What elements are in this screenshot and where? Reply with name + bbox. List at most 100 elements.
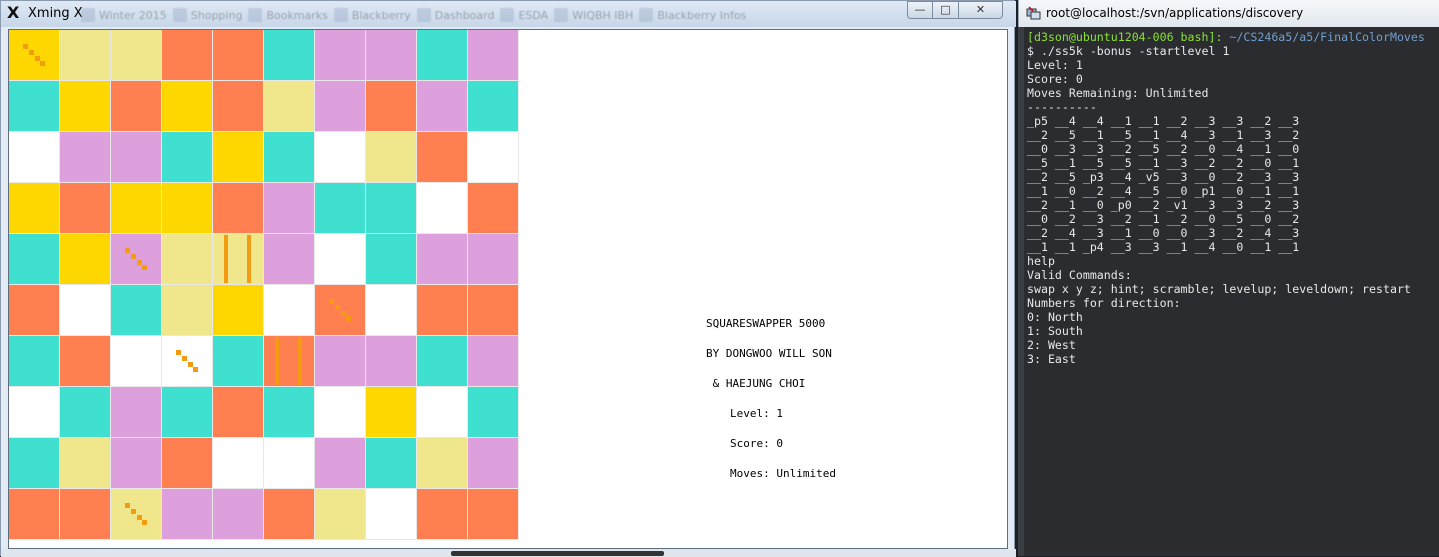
board-cell[interactable]	[366, 285, 417, 336]
xming-title-bar[interactable]: X Xming X Winter 2015 Shopping Bookmarks Bl…	[1, 1, 1016, 27]
board-cell[interactable]	[366, 387, 417, 438]
board-cell[interactable]	[162, 438, 213, 489]
board-cell[interactable]	[9, 387, 60, 438]
board-cell[interactable]	[468, 234, 519, 285]
board-cell[interactable]	[366, 234, 417, 285]
board-cell[interactable]	[213, 132, 264, 183]
board-cell[interactable]	[213, 234, 264, 285]
close-button[interactable]: ✕	[958, 1, 1003, 19]
board-cell[interactable]	[60, 387, 111, 438]
board-cell[interactable]	[111, 132, 162, 183]
board-cell[interactable]	[111, 336, 162, 387]
board-cell[interactable]	[366, 336, 417, 387]
board-cell[interactable]	[9, 438, 60, 489]
board-cell[interactable]	[162, 336, 213, 387]
board-cell[interactable]	[213, 336, 264, 387]
board-cell[interactable]	[9, 489, 60, 540]
board-cell[interactable]	[468, 438, 519, 489]
board-cell[interactable]	[417, 438, 468, 489]
board-cell[interactable]	[162, 234, 213, 285]
terminal-output[interactable]: [d3son@ubuntu1204-006 bash]: ~/CS246a5/a…	[1018, 27, 1439, 556]
board-cell[interactable]	[264, 183, 315, 234]
board-cell[interactable]	[264, 30, 315, 81]
board-cell[interactable]	[417, 234, 468, 285]
board-cell[interactable]	[111, 387, 162, 438]
board-cell[interactable]	[468, 336, 519, 387]
game-canvas[interactable]: SQUARESWAPPER 5000 BY DONGWOO WILL SON &…	[8, 29, 1008, 549]
board-cell[interactable]	[417, 183, 468, 234]
board-cell[interactable]	[366, 30, 417, 81]
board-cell[interactable]	[213, 81, 264, 132]
board-cell[interactable]	[9, 285, 60, 336]
board-cell[interactable]	[264, 234, 315, 285]
board-cell[interactable]	[213, 183, 264, 234]
board-cell[interactable]	[9, 81, 60, 132]
board-cell[interactable]	[9, 336, 60, 387]
board-cell[interactable]	[162, 81, 213, 132]
board-cell[interactable]	[315, 438, 366, 489]
board-cell[interactable]	[111, 438, 162, 489]
board-cell[interactable]	[213, 438, 264, 489]
board-cell[interactable]	[315, 81, 366, 132]
board-cell[interactable]	[9, 234, 60, 285]
board-cell[interactable]	[162, 132, 213, 183]
board-cell[interactable]	[111, 183, 162, 234]
board-cell[interactable]	[264, 438, 315, 489]
board-cell[interactable]	[213, 387, 264, 438]
putty-title-bar[interactable]: root@localhost:/svn/applications/discove…	[1018, 0, 1439, 27]
board-cell[interactable]	[162, 183, 213, 234]
board-cell[interactable]	[468, 285, 519, 336]
board-cell[interactable]	[60, 438, 111, 489]
minimize-button[interactable]: —	[907, 1, 933, 19]
board-cell[interactable]	[9, 183, 60, 234]
board-cell[interactable]	[468, 183, 519, 234]
board-cell[interactable]	[264, 387, 315, 438]
board-cell[interactable]	[213, 489, 264, 540]
board-cell[interactable]	[315, 285, 366, 336]
board-cell[interactable]	[417, 489, 468, 540]
board-cell[interactable]	[111, 30, 162, 81]
board-cell[interactable]	[264, 81, 315, 132]
board-cell[interactable]	[9, 30, 60, 81]
board-cell[interactable]	[162, 285, 213, 336]
board-cell[interactable]	[315, 387, 366, 438]
board-cell[interactable]	[315, 234, 366, 285]
board-cell[interactable]	[468, 489, 519, 540]
board-cell[interactable]	[417, 132, 468, 183]
board-cell[interactable]	[60, 234, 111, 285]
board-cell[interactable]	[315, 132, 366, 183]
board-cell[interactable]	[60, 81, 111, 132]
board-cell[interactable]	[315, 489, 366, 540]
horizontal-scrollbar[interactable]	[451, 551, 664, 556]
board-cell[interactable]	[162, 387, 213, 438]
board-cell[interactable]	[468, 81, 519, 132]
board-cell[interactable]	[213, 30, 264, 81]
board-cell[interactable]	[60, 336, 111, 387]
board-cell[interactable]	[111, 489, 162, 540]
board-cell[interactable]	[366, 489, 417, 540]
maximize-button[interactable]: □	[932, 1, 959, 19]
board-cell[interactable]	[417, 285, 468, 336]
game-board[interactable]	[9, 30, 519, 540]
board-cell[interactable]	[366, 438, 417, 489]
board-cell[interactable]	[315, 183, 366, 234]
board-cell[interactable]	[162, 489, 213, 540]
board-cell[interactable]	[366, 183, 417, 234]
board-cell[interactable]	[60, 183, 111, 234]
board-cell[interactable]	[468, 132, 519, 183]
board-cell[interactable]	[417, 336, 468, 387]
board-cell[interactable]	[315, 336, 366, 387]
board-cell[interactable]	[60, 132, 111, 183]
board-cell[interactable]	[264, 336, 315, 387]
board-cell[interactable]	[417, 30, 468, 81]
board-cell[interactable]	[162, 30, 213, 81]
board-cell[interactable]	[366, 132, 417, 183]
board-cell[interactable]	[366, 81, 417, 132]
board-cell[interactable]	[213, 285, 264, 336]
board-cell[interactable]	[417, 387, 468, 438]
board-cell[interactable]	[468, 387, 519, 438]
board-cell[interactable]	[60, 285, 111, 336]
board-cell[interactable]	[111, 285, 162, 336]
board-cell[interactable]	[264, 132, 315, 183]
board-cell[interactable]	[264, 285, 315, 336]
